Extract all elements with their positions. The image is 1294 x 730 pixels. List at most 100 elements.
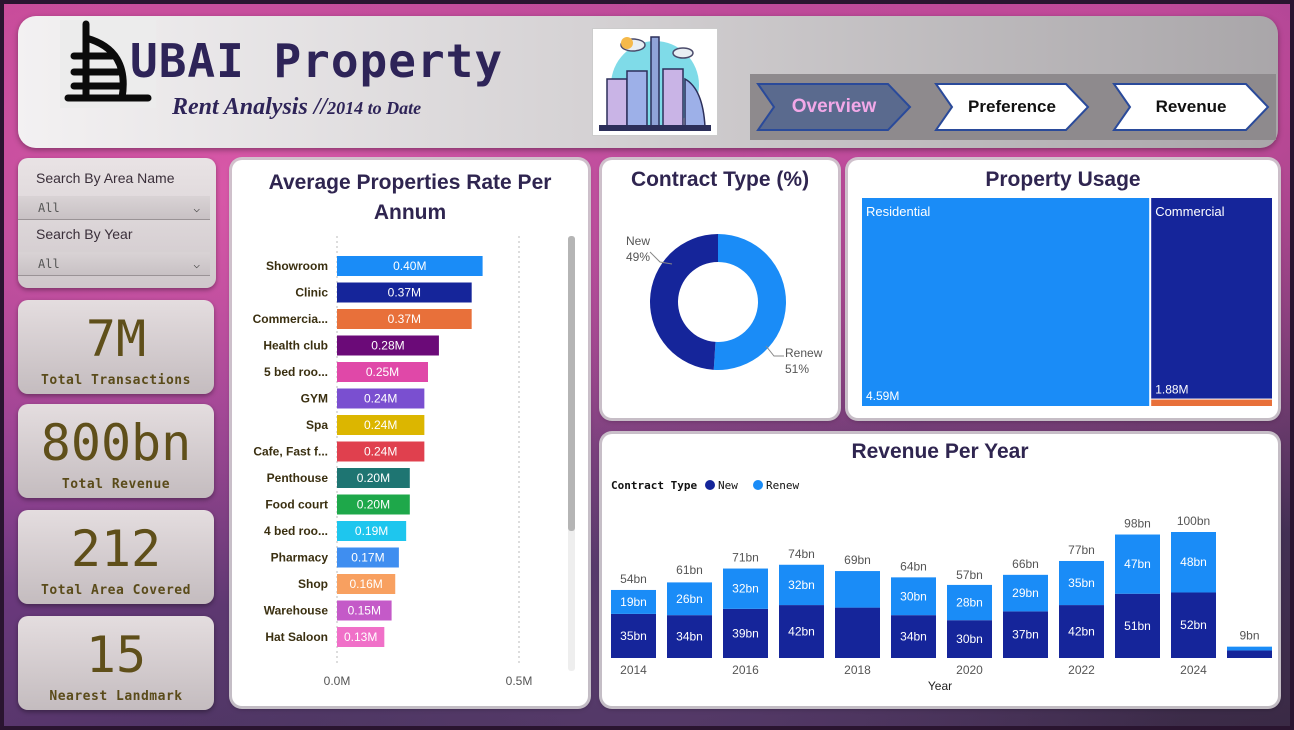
year-filter-value: All xyxy=(38,257,60,271)
x-tick-label: 2024 xyxy=(1180,663,1207,677)
kpi-total-revenue: 800bn Total Revenue xyxy=(18,404,214,498)
segment-label: 32bn xyxy=(788,578,815,592)
segment-label: 42bn xyxy=(788,625,815,639)
bar-value-label: 0.17M xyxy=(351,551,384,565)
legend-label: New xyxy=(718,479,738,492)
kpi-value: 212 xyxy=(70,520,162,578)
legend-marker xyxy=(705,480,715,490)
bar-value-label: 0.19M xyxy=(355,524,388,538)
x-tick-label: 2014 xyxy=(620,663,647,677)
scrollbar-thumb xyxy=(568,236,575,531)
legend-label: Renew xyxy=(766,479,799,492)
kpi-value: 7M xyxy=(85,310,147,368)
bar-value-label: 0.28M xyxy=(371,339,404,353)
segment-label: 52bn xyxy=(1180,618,1207,632)
contract-type-donut: New 49% Renew 51% xyxy=(626,234,823,376)
nav-button-preference[interactable]: Preference xyxy=(934,82,1090,132)
segment-label: 19bn xyxy=(620,595,647,609)
segment-label: 34bn xyxy=(900,630,927,644)
revenue-stacked-bar-chart: Contract Type New Renew 35bn 19bn 54bn 34bn 26b… xyxy=(611,479,1272,693)
treemap-value: 4.59M xyxy=(866,389,899,403)
category-label: Hat Saloon xyxy=(265,630,328,644)
x-tick-label: 0.5M xyxy=(506,674,533,688)
segment-label: 35bn xyxy=(1068,576,1095,590)
bar-value-label: 0.24M xyxy=(364,418,397,432)
x-tick-label: 2022 xyxy=(1068,663,1095,677)
slice-pct-new: 49% xyxy=(626,250,650,264)
page-subtitle: Rent Analysis //2014 to Date xyxy=(172,94,421,121)
total-label: 61bn xyxy=(676,563,703,577)
segment-label: 35bn xyxy=(620,629,647,643)
total-label: 9bn xyxy=(1239,629,1259,643)
category-label: Health club xyxy=(263,339,328,353)
property-usage-card: Property Usage Residential 4.59M Commercia… xyxy=(848,160,1278,418)
total-label: 54bn xyxy=(620,572,647,586)
area-filter-value: All xyxy=(38,201,60,215)
donut-slice-renew xyxy=(713,234,787,370)
kpi-total-area-covered: 212 Total Area Covered xyxy=(18,510,214,604)
dubai-skyline-illustration xyxy=(592,28,718,136)
segment-label: 47bn xyxy=(1124,557,1151,571)
category-label: Shop xyxy=(298,577,328,591)
kpi-nearest-landmark: 15 Nearest Landmark xyxy=(18,616,214,710)
treemap-tile-commercial xyxy=(1151,198,1272,399)
segment-label: 26bn xyxy=(676,592,703,606)
total-label: 100bn xyxy=(1177,514,1210,528)
nav-button-revenue[interactable]: Revenue xyxy=(1112,82,1270,132)
chevron-down-icon: ⌵ xyxy=(193,202,200,215)
bar-value-label: 0.25M xyxy=(366,365,399,379)
bar-value-label: 0.16M xyxy=(349,577,382,591)
nav-overview-label: Overview xyxy=(791,96,877,117)
slice-label-renew: Renew xyxy=(785,346,823,360)
segment-label: 42bn xyxy=(1068,625,1095,639)
nav-preference-label: Preference xyxy=(968,97,1056,116)
x-tick-label: 2016 xyxy=(732,663,759,677)
total-label: 66bn xyxy=(1012,557,1039,571)
treemap-label: Commercial xyxy=(1155,204,1224,219)
category-label: Clinic xyxy=(295,286,328,300)
area-filter-label: Search By Area Name xyxy=(36,170,175,186)
subtitle-main: Rent Analysis // xyxy=(172,94,328,120)
category-label: Cafe, Fast f... xyxy=(253,445,328,459)
total-label: 77bn xyxy=(1068,543,1095,557)
kpi-label: Total Transactions xyxy=(41,373,191,388)
slice-label-new: New xyxy=(626,234,650,248)
category-label: Spa xyxy=(306,418,328,432)
category-label: Food court xyxy=(265,498,328,512)
donut-slice-new xyxy=(650,234,718,370)
avg-rate-chart-card: Average Properties Rate Per Annum Showro… xyxy=(232,160,588,706)
year-filter-dropdown[interactable]: All ⌵ xyxy=(18,252,210,276)
kpi-label: Total Area Covered xyxy=(41,583,191,598)
bar-value-label: 0.20M xyxy=(357,498,390,512)
treemap-value: 1.88M xyxy=(1155,383,1188,397)
category-label: Penthouse xyxy=(267,471,329,485)
year-filter-label: Search By Year xyxy=(36,226,133,242)
revenue-per-year-card: Revenue Per Year Contract Type New Renew 35… xyxy=(602,434,1278,706)
slice-pct-renew: 51% xyxy=(785,362,809,376)
segment-label: 39bn xyxy=(732,626,759,640)
segment-label: 30bn xyxy=(956,632,983,646)
category-label: Pharmacy xyxy=(271,551,329,565)
total-label: 98bn xyxy=(1124,517,1151,531)
bar-value-label: 0.13M xyxy=(344,630,377,644)
segment-label: 32bn xyxy=(732,582,759,596)
total-label: 74bn xyxy=(788,547,815,561)
category-label: 4 bed roo... xyxy=(264,524,328,538)
segment-label: 48bn xyxy=(1180,555,1207,569)
category-label: 5 bed roo... xyxy=(264,365,328,379)
treemap-label: Residential xyxy=(866,204,930,219)
stack-segment-new xyxy=(1227,650,1272,658)
filter-panel: Search By Area Name All ⌵ Search By Year… xyxy=(18,158,216,288)
area-filter-dropdown[interactable]: All ⌵ xyxy=(18,196,210,220)
segment-label: 28bn xyxy=(956,596,983,610)
leader-line xyxy=(765,345,784,357)
nav-button-overview[interactable]: Overview xyxy=(756,82,912,132)
legend-marker xyxy=(753,480,763,490)
stack-segment-renew xyxy=(1227,646,1272,651)
bar-value-label: 0.15M xyxy=(348,604,381,618)
segment-label: 51bn xyxy=(1124,619,1151,633)
total-label: 64bn xyxy=(900,559,927,573)
nav-revenue-label: Revenue xyxy=(1155,97,1227,116)
x-tick-label: 2020 xyxy=(956,663,983,677)
category-label: Showroom xyxy=(266,259,328,273)
